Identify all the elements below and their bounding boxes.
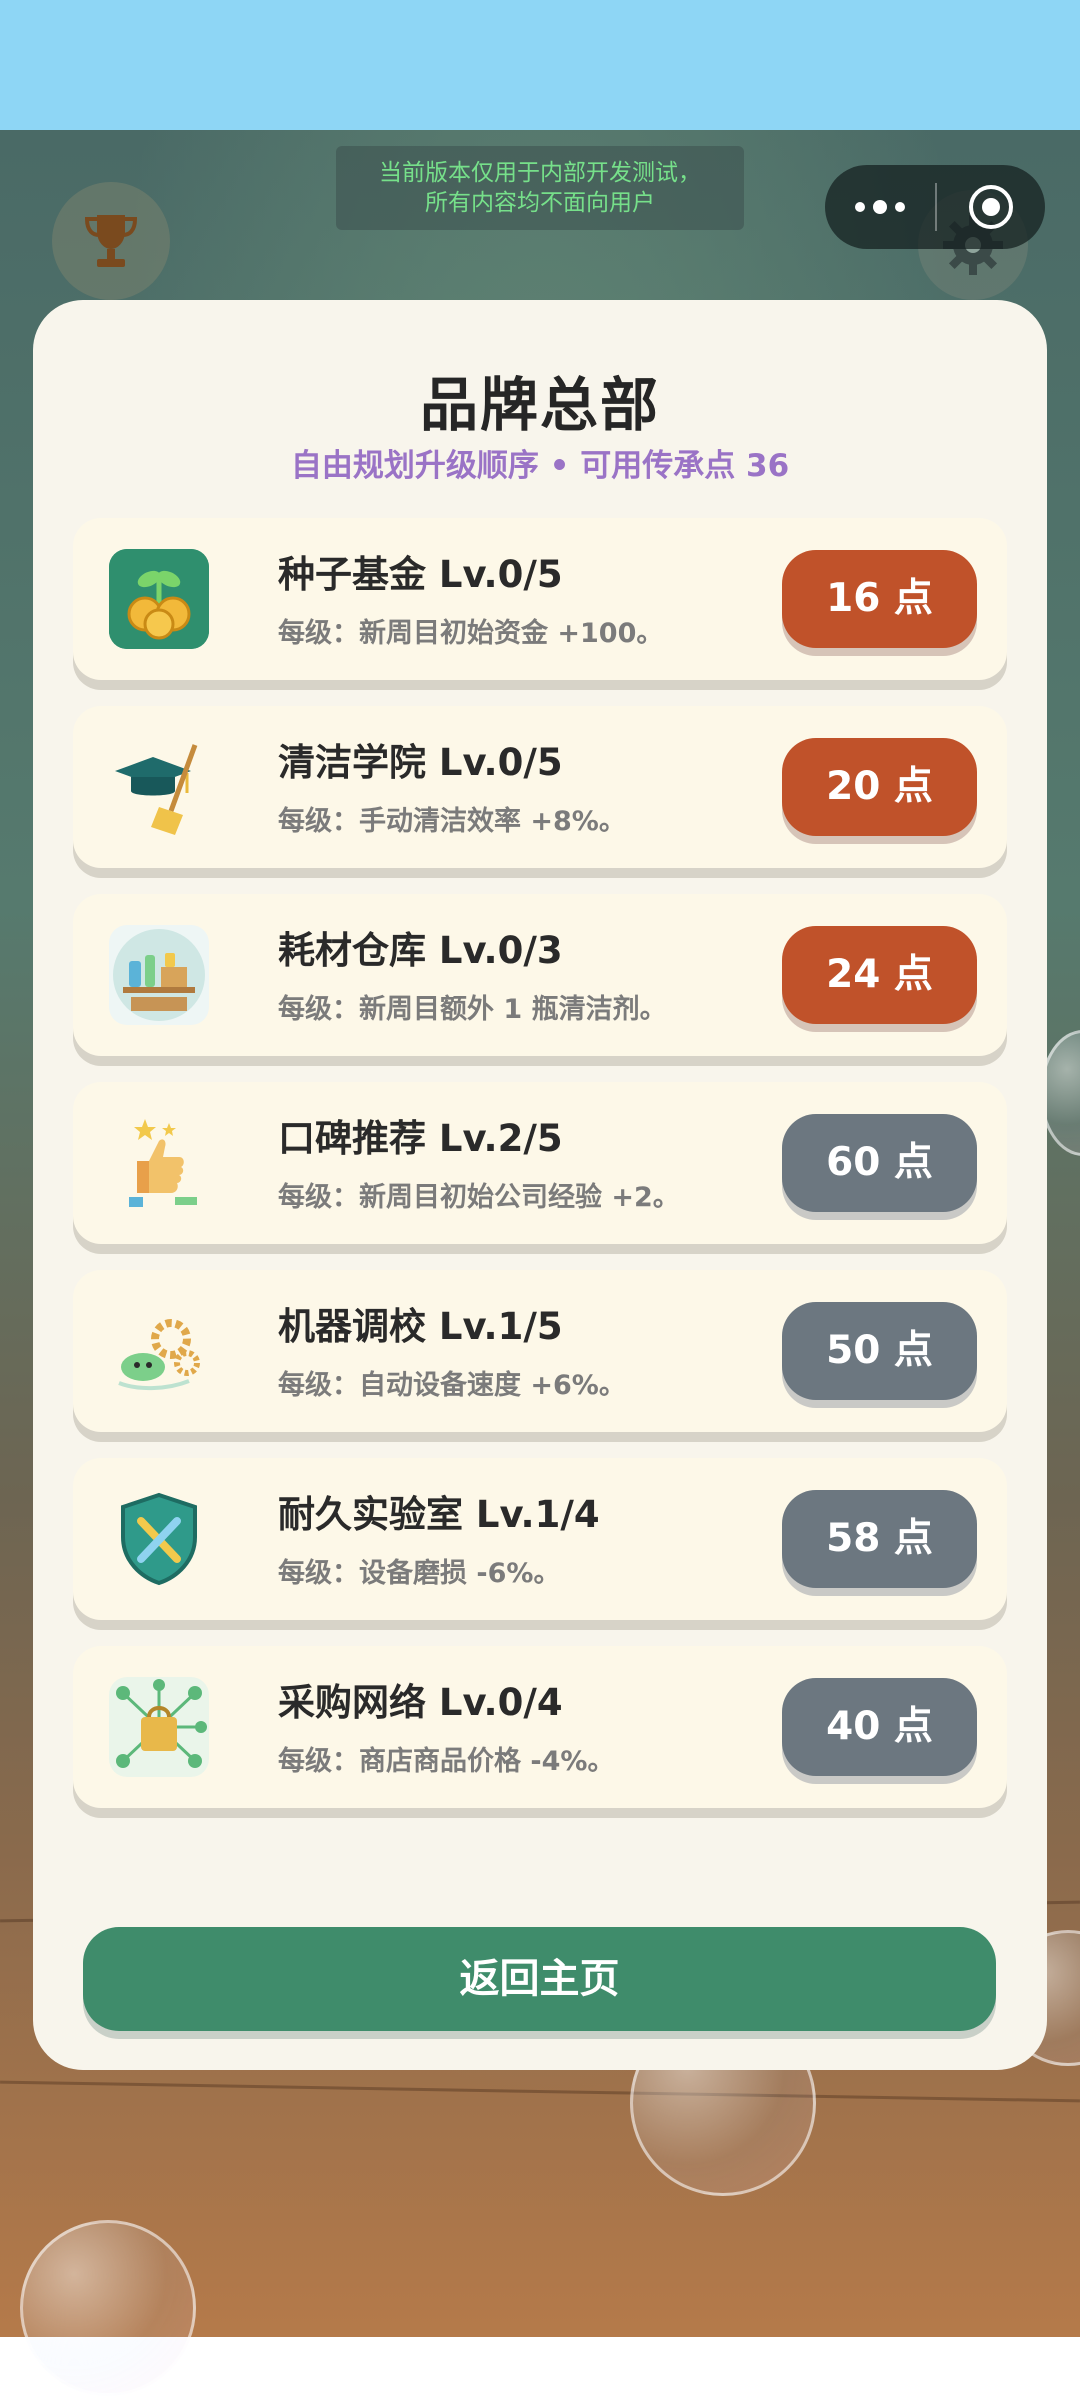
brand-hq-panel: 品牌总部 自由规划升级顺序 • 可用传承点 36 种子基金 Lv.0/5 每级：… [33,300,1047,2070]
more-menu-icon[interactable] [825,200,935,214]
page-subtitle: 自由规划升级顺序 • 可用传承点 36 [290,448,790,484]
thumbs-up-icon [109,1113,209,1213]
upgrade-name: 机器调校 Lv.1/5 [278,1305,563,1348]
upgrade-card-machine-tuning: 机器调校 Lv.1/5 每级：自动设备速度 +6%。 50 点 [73,1270,1007,1432]
upgrade-cost-button[interactable]: 24 点 [782,926,977,1024]
upgrade-name: 种子基金 Lv.0/5 [278,553,563,596]
upgrade-card-supply-warehouse: 耗材仓库 Lv.0/3 每级：新周目额外 1 瓶清洁剂。 24 点 [73,894,1007,1056]
upgrade-cost-button[interactable]: 16 点 [782,550,977,648]
upgrade-card-seed-fund: 种子基金 Lv.0/5 每级：新周目初始资金 +100。 16 点 [73,518,1007,680]
upgrade-desc: 每级：设备磨损 -6%。 [278,1558,561,1589]
upgrade-card-purchasing-network: 采购网络 Lv.0/4 每级：商店商品价格 -4%。 40 点 [73,1646,1007,1808]
page-title: 品牌总部 [419,371,660,439]
mini-program-capsule [825,165,1045,249]
dev-notice-line-1: 当前版本仅用于内部开发测试， [379,160,701,186]
upgrade-card-word-of-mouth: 口碑推荐 Lv.2/5 每级：新周目初始公司经验 +2。 60 点 [73,1082,1007,1244]
seed-coins-icon [109,549,209,649]
upgrade-card-cleaning-academy: 清洁学院 Lv.0/5 每级：手动清洁效率 +8%。 20 点 [73,706,1007,868]
upgrade-cost-button[interactable]: 58 点 [782,1490,977,1588]
upgrade-name: 耐久实验室 Lv.1/4 [278,1493,600,1536]
upgrade-name: 口碑推荐 Lv.2/5 [278,1117,563,1160]
upgrade-desc: 每级：新周目额外 1 瓶清洁剂。 [278,994,667,1025]
status-bar-area [0,0,1080,130]
close-target-icon[interactable] [937,183,1045,231]
upgrade-desc: 每级：新周目初始资金 +100。 [278,618,664,649]
graduation-broom-icon [109,737,209,837]
upgrade-cost-button[interactable]: 60 点 [782,1114,977,1212]
dev-notice-line-2: 所有内容均不面向用户 [425,190,655,216]
supply-shelf-icon [109,925,209,1025]
trophy-icon[interactable] [52,182,170,300]
shield-tools-icon [109,1489,209,1589]
upgrade-card-durability-lab: 耐久实验室 Lv.1/4 每级：设备磨损 -6%。 58 点 [73,1458,1007,1620]
upgrade-cost-button[interactable]: 20 点 [782,738,977,836]
robot-gears-icon [109,1301,209,1401]
shopping-network-icon [109,1677,209,1777]
upgrade-desc: 每级：商店商品价格 -4%。 [278,1746,615,1777]
return-home-button[interactable]: 返回主页 [83,1927,996,2031]
upgrade-desc: 每级：新周目初始公司经验 +2。 [278,1182,680,1213]
upgrade-name: 耗材仓库 Lv.0/3 [278,929,563,972]
dev-notice-banner: 当前版本仅用于内部开发测试， 所有内容均不面向用户 [336,146,744,230]
upgrade-cost-button[interactable]: 50 点 [782,1302,977,1400]
upgrade-cost-button[interactable]: 40 点 [782,1678,977,1776]
upgrade-name: 采购网络 Lv.0/4 [278,1681,563,1724]
upgrade-name: 清洁学院 Lv.0/5 [278,741,563,784]
upgrade-desc: 每级：手动清洁效率 +8%。 [278,806,626,837]
upgrade-desc: 每级：自动设备速度 +6%。 [278,1370,626,1401]
